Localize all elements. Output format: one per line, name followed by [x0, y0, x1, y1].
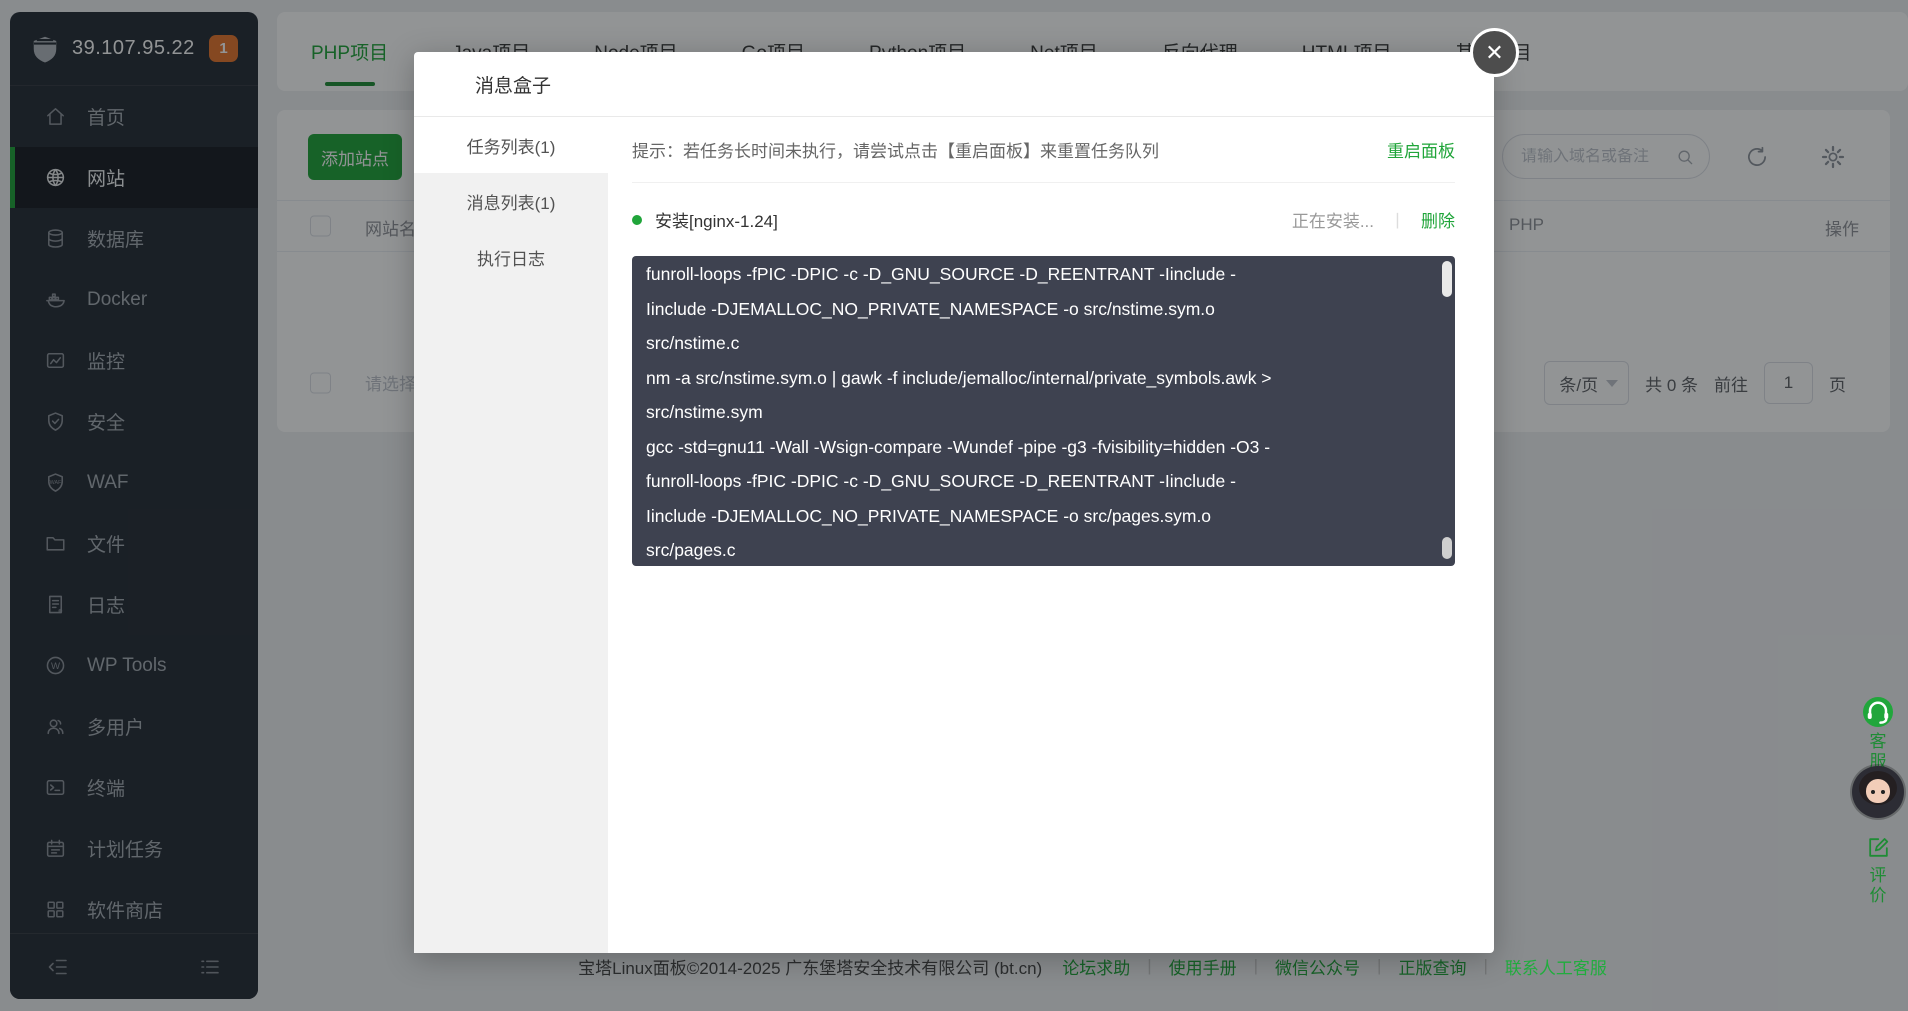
avatar-face — [1866, 779, 1890, 803]
log-line: src/pages.c — [646, 540, 736, 560]
scrollbar-bottom-thumb[interactable] — [1442, 537, 1452, 559]
log-line: nm -a src/nstime.sym.o | gawk -f include… — [646, 367, 1272, 388]
modal-tab-1[interactable]: 消息列表(1) — [414, 173, 608, 229]
customer-service-icon[interactable] — [1863, 697, 1893, 727]
tip-text: 提示：若任务长时间未执行，请尝试点击【重启面板】来重置任务队列 — [632, 142, 1159, 161]
log-line: src/nstime.sym — [646, 402, 763, 422]
review-edit-icon[interactable] — [1865, 834, 1892, 861]
modal-tab-label: 任务列表(1) — [466, 137, 556, 157]
modal-content: 提示：若任务长时间未执行，请尝试点击【重启面板】来重置任务队列 重启面板 安装[… — [608, 117, 1494, 953]
task-row: 安装[nginx-1.24] 正在安装... 丨 删除 — [632, 183, 1455, 256]
service-avatar[interactable] — [1852, 766, 1904, 818]
delete-task-link[interactable]: 删除 — [1421, 207, 1455, 232]
contact-service-link[interactable]: 联系人工客服 — [1505, 954, 1607, 979]
page: 39.107.95.22 1 首页 网站 数据库 Docker 监控 安全 WAF WAF 文件… — [0, 0, 1908, 1011]
log-line: funroll-loops -fPIC -DPIC -c -D_GNU_SOUR… — [646, 264, 1236, 284]
task-status: 正在安装... — [1291, 212, 1374, 231]
modal-tab-2[interactable]: 执行日志 — [414, 229, 608, 285]
modal-tab-0[interactable]: 任务列表(1) — [414, 117, 608, 173]
log-line: Iinclude -DJEMALLOC_NO_PRIVATE_NAMESPACE… — [646, 298, 1215, 319]
modal-body: 任务列表(1) 消息列表(1) 执行日志 提示：若任务长时间未执行，请尝试点击【重启… — [414, 117, 1494, 953]
log-line: gcc -std=gnu11 -Wall -Wsign-compare -Wun… — [646, 436, 1271, 457]
tip-row: 提示：若任务长时间未执行，请尝试点击【重启面板】来重置任务队列 重启面板 — [632, 117, 1455, 183]
install-log-console[interactable]: funroll-loops -fPIC -DPIC -c -D_GNU_SOUR… — [632, 256, 1455, 566]
restart-panel-link[interactable]: 重启面板 — [1387, 137, 1455, 162]
floating-rail: 客服 评价 — [1851, 697, 1905, 906]
task-name: 安装[nginx-1.24] — [655, 212, 778, 231]
modal-title: 消息盒子 — [475, 75, 552, 97]
message-box-modal: ✕ 消息盒子 任务列表(1) 消息列表(1) 执行日志 提示：若任务长时间未执行，请… — [414, 28, 1519, 953]
modal-header: 消息盒子 — [414, 52, 1494, 117]
task-status-dot — [632, 214, 642, 225]
log-line: Iinclude -DJEMALLOC_NO_PRIVATE_NAMESPACE… — [646, 505, 1212, 526]
avatar-eyes — [1871, 790, 1875, 794]
task-separator: 丨 — [1389, 212, 1406, 231]
review-label[interactable]: 评价 — [1868, 866, 1888, 906]
close-icon[interactable]: ✕ — [1470, 28, 1519, 77]
log-line: funroll-loops -fPIC -DPIC -c -D_GNU_SOUR… — [646, 471, 1236, 491]
modal-tab-label: 执行日志 — [477, 249, 545, 269]
scrollbar-thumb[interactable] — [1442, 261, 1452, 297]
log-line: src/nstime.c — [646, 333, 740, 353]
modal-tab-label: 消息列表(1) — [466, 193, 556, 213]
modal-tab-column: 任务列表(1) 消息列表(1) 执行日志 — [414, 117, 608, 953]
